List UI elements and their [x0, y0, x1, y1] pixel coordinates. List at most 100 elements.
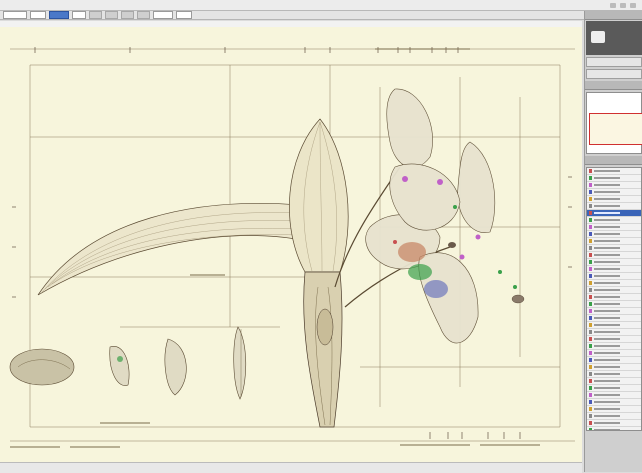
layer-row[interactable] [587, 266, 641, 273]
layer-name [594, 317, 620, 319]
layer-row[interactable] [587, 420, 641, 427]
layers-list[interactable] [586, 167, 642, 431]
tool-field-4[interactable] [153, 11, 173, 19]
layer-row[interactable] [587, 406, 641, 413]
layer-row[interactable] [587, 371, 641, 378]
tool-button-4[interactable] [137, 11, 150, 19]
drawing-canvas[interactable] [0, 27, 582, 462]
tool-field-3[interactable] [72, 11, 86, 19]
layer-row[interactable] [587, 182, 641, 189]
layer-row[interactable] [587, 224, 641, 231]
layer-row[interactable] [587, 364, 641, 371]
preview-thumbnail [591, 31, 605, 43]
layers-header [585, 156, 642, 165]
tool-field-5[interactable] [176, 11, 192, 19]
layer-row[interactable] [587, 168, 641, 175]
layer-row[interactable] [587, 336, 641, 343]
status-bar [0, 462, 582, 473]
layer-name [594, 331, 620, 333]
layer-row[interactable] [587, 287, 641, 294]
layer-color-swatch [589, 246, 592, 250]
layer-row[interactable] [587, 301, 641, 308]
layer-name [594, 205, 620, 207]
tool-field-selected[interactable] [49, 11, 69, 19]
layer-color-swatch [589, 365, 592, 369]
panel-header [585, 11, 642, 20]
layer-row[interactable] [587, 273, 641, 280]
layer-row[interactable] [587, 343, 641, 350]
close-icon[interactable] [630, 2, 636, 8]
layer-name [594, 177, 620, 179]
layer-row[interactable] [587, 217, 641, 224]
tool-button-2[interactable] [105, 11, 118, 19]
layer-row[interactable] [587, 294, 641, 301]
layer-row[interactable] [587, 280, 641, 287]
layer-name [594, 422, 620, 424]
layer-row[interactable] [587, 203, 641, 210]
layer-row[interactable] [587, 245, 641, 252]
layer-row[interactable] [587, 378, 641, 385]
layer-name [594, 240, 620, 242]
layer-color-swatch [589, 407, 592, 411]
layer-name [594, 338, 620, 340]
layer-color-swatch [589, 386, 592, 390]
layer-row[interactable] [587, 196, 641, 203]
tool-field-1[interactable] [3, 11, 27, 19]
layer-name [594, 296, 620, 298]
layer-name [594, 226, 620, 228]
tool-button-3[interactable] [121, 11, 134, 19]
layer-name [594, 324, 620, 326]
layer-row[interactable] [587, 315, 641, 322]
layer-row[interactable] [587, 231, 641, 238]
layer-row[interactable] [587, 252, 641, 259]
navigator-preview[interactable] [586, 92, 642, 154]
layer-name [594, 415, 620, 417]
botanical-drawing [9, 47, 575, 448]
tool-button-1[interactable] [89, 11, 102, 19]
layer-row[interactable] [587, 427, 641, 430]
layer-name [594, 233, 620, 235]
menu-bar [0, 0, 642, 11]
navigator-view-frame[interactable] [589, 113, 642, 145]
layer-color-swatch [589, 211, 592, 215]
layer-name [594, 345, 620, 347]
layer-row[interactable] [587, 392, 641, 399]
layer-row[interactable] [587, 399, 641, 406]
layer-color-swatch [589, 393, 592, 397]
layer-name [594, 387, 620, 389]
layer-color-swatch [589, 183, 592, 187]
layer-name [594, 408, 620, 410]
layer-row[interactable] [587, 308, 641, 315]
layer-row[interactable] [587, 238, 641, 245]
layer-row[interactable] [587, 413, 641, 420]
layer-color-swatch [589, 323, 592, 327]
panel-control-2[interactable] [586, 69, 642, 79]
layer-row[interactable] [587, 385, 641, 392]
stem [303, 271, 343, 428]
layer-name [594, 212, 620, 214]
tool-field-2[interactable] [30, 11, 46, 19]
color-preview[interactable] [586, 21, 642, 55]
layer-name [594, 170, 620, 172]
maximize-icon[interactable] [620, 2, 626, 8]
layer-row[interactable] [587, 259, 641, 266]
layer-name [594, 247, 620, 249]
layer-name [594, 303, 620, 305]
layer-row[interactable] [587, 329, 641, 336]
layer-row[interactable] [587, 357, 641, 364]
panel-control-1[interactable] [586, 57, 642, 67]
layer-name [594, 268, 620, 270]
layer-row[interactable] [587, 210, 641, 217]
layer-row[interactable] [587, 175, 641, 182]
minimize-icon[interactable] [610, 2, 616, 8]
layer-row[interactable] [587, 322, 641, 329]
layer-color-swatch [589, 302, 592, 306]
layer-name [594, 254, 620, 256]
layer-color-swatch [589, 197, 592, 201]
layer-row[interactable] [587, 189, 641, 196]
layer-color-swatch [589, 274, 592, 278]
layer-row[interactable] [587, 350, 641, 357]
layer-name [594, 373, 620, 375]
layer-color-swatch [589, 330, 592, 334]
layer-color-swatch [589, 176, 592, 180]
